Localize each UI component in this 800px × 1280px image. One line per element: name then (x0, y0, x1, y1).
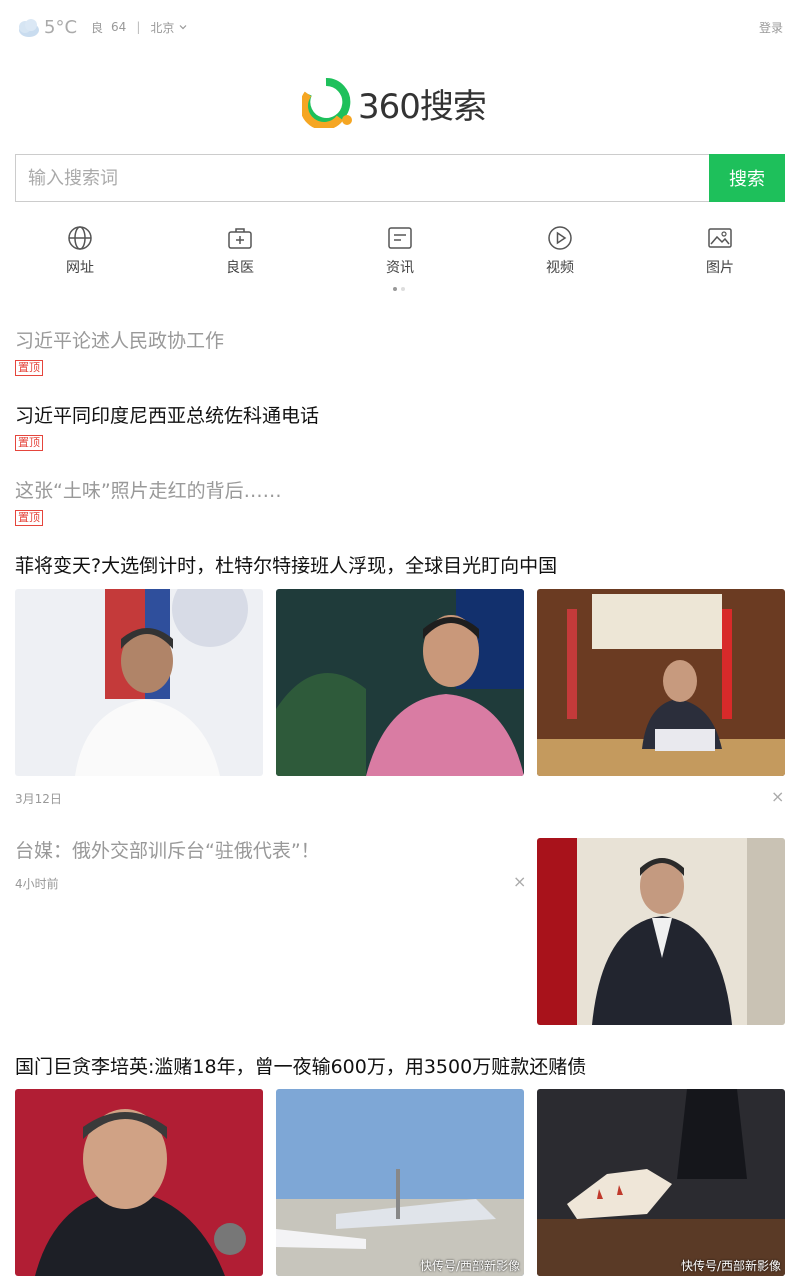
page-dot-active (393, 287, 397, 291)
headline-title[interactable]: 习近平论述人民政协工作 (15, 329, 785, 353)
nav-label: 良医 (226, 260, 254, 276)
medical-kit-icon (228, 228, 252, 249)
nav-item-video[interactable]: 视频 (520, 224, 600, 277)
nav-item-news[interactable]: 资讯 (360, 224, 440, 277)
news-image[interactable] (15, 1089, 263, 1276)
news-title[interactable]: 国门巨贪李培英:滥赌18年，曾一夜输600万，用3500万赃款还赌债 (15, 1055, 785, 1079)
pinned-headline[interactable]: 习近平同印度尼西亚总统佐科通电话 置顶 (15, 404, 785, 451)
news-image[interactable]: 快传号/西部新影像 (276, 1089, 524, 1276)
pinned-tag: 置顶 (15, 510, 43, 526)
news-image-row[interactable]: 快传号/西部新影像 快传号/西部新影像 (15, 1089, 785, 1276)
search-input[interactable] (15, 154, 709, 202)
news-time: 4小时前 (15, 877, 59, 891)
close-icon[interactable]: × (513, 872, 526, 891)
search-bar: 搜索 (15, 154, 785, 202)
nav-label: 视频 (546, 260, 574, 276)
logo-text: 360搜索 (358, 86, 487, 127)
cloud-icon (19, 19, 39, 37)
divider: | (136, 20, 141, 34)
play-icon (548, 226, 572, 250)
logo: 360搜索 (302, 78, 502, 128)
news-title[interactable]: 菲将变天?大选倒计时，杜特尔特接班人浮现，全球目光盯向中国 (15, 554, 785, 578)
pinned-tag: 置顶 (15, 435, 43, 451)
news-image[interactable] (276, 589, 524, 776)
news-icon (388, 227, 412, 249)
watermark: 快传号/西部新影像 (419, 1259, 520, 1273)
search-button[interactable]: 搜索 (709, 154, 785, 202)
globe-icon (68, 226, 92, 250)
close-icon[interactable]: × (771, 787, 784, 806)
news-title[interactable]: 台媒：俄外交部训斥台“驻俄代表”！ (15, 839, 535, 863)
air-quality-value: 64 (111, 20, 127, 34)
pinned-headline[interactable]: 习近平论述人民政协工作 置顶 (15, 329, 785, 376)
pinned-headline[interactable]: 这张“土味”照片走红的背后…… 置顶 (15, 479, 785, 526)
nav-label: 资讯 (386, 260, 414, 276)
top-bar: 5°C 良 64 | 北京 登录 (15, 14, 785, 42)
nav-item-images[interactable]: 图片 (680, 224, 760, 277)
nav-item-web[interactable]: 网址 (40, 224, 120, 277)
news-image[interactable]: 快传号/西部新影像 (537, 1089, 785, 1276)
air-quality-label: 良 (91, 20, 104, 35)
page-indicator (393, 287, 405, 291)
news-time: 3月12日 (15, 792, 62, 806)
nav-label: 网址 (66, 260, 94, 276)
watermark: 快传号/西部新影像 (680, 1259, 781, 1273)
news-image[interactable] (537, 589, 785, 776)
headline-title[interactable]: 这张“土味”照片走红的背后…… (15, 479, 785, 503)
quick-nav: 网址 良医 资讯 视频 图片 (0, 224, 800, 280)
pinned-tag: 置顶 (15, 360, 43, 376)
login-link[interactable]: 登录 (759, 19, 783, 36)
news-image[interactable] (15, 589, 263, 776)
news-image[interactable] (537, 838, 785, 1025)
chevron-down-icon[interactable] (178, 22, 188, 32)
nav-label: 图片 (706, 260, 734, 276)
image-icon (708, 228, 732, 248)
city-selector[interactable]: 北京 (150, 19, 174, 36)
news-image-row[interactable] (15, 589, 785, 776)
temperature: 5°C (44, 16, 78, 38)
nav-item-doctor[interactable]: 良医 (200, 224, 280, 277)
headline-title[interactable]: 习近平同印度尼西亚总统佐科通电话 (15, 404, 785, 428)
weather-widget[interactable]: 5°C 良 64 | 北京 (15, 14, 188, 40)
page-dot (401, 287, 405, 291)
360-logo-icon (302, 78, 352, 128)
